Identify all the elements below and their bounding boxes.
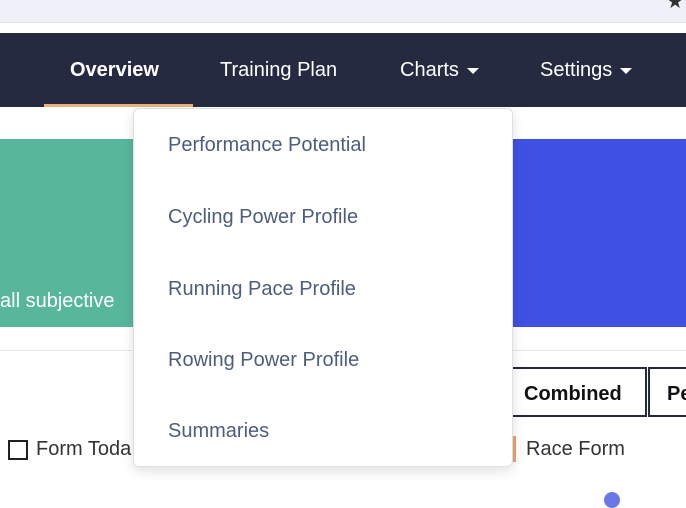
menu-item-summaries[interactable]: Summaries — [168, 416, 269, 446]
tab-combined[interactable]: Combined — [505, 367, 647, 417]
nav-training-plan[interactable]: Training Plan — [220, 33, 337, 107]
menu-item-rowing-power-profile[interactable]: Rowing Power Profile — [168, 345, 359, 375]
nav-charts-label: Charts — [400, 59, 459, 81]
nav-settings[interactable]: Settings — [540, 33, 633, 107]
nav-overview-label: Overview — [70, 59, 159, 81]
chart-point — [604, 492, 620, 508]
menu-item-performance-potential[interactable]: Performance Potential — [168, 130, 366, 160]
tab-next[interactable]: Pe — [648, 367, 686, 417]
card-green-text: all subjective — [0, 290, 115, 312]
chevron-down-icon — [466, 67, 479, 74]
nav-active-underline — [44, 104, 193, 107]
menu-item-cycling-power-profile[interactable]: Cycling Power Profile — [168, 202, 358, 232]
legend-race-form-label: Race Form — [526, 438, 625, 460]
menu-item-label: Summaries — [168, 420, 270, 442]
nav-settings-label: Settings — [540, 59, 613, 81]
menu-item-label: Running Pace Profile — [168, 278, 356, 300]
legend-form-today-label: Form Toda — [36, 438, 132, 460]
menu-item-label: Cycling Power Profile — [168, 206, 359, 228]
star-icon[interactable]: ★ — [666, 0, 684, 12]
tab-combined-label: Combined — [524, 383, 622, 405]
menu-item-label: Rowing Power Profile — [168, 349, 360, 371]
legend-race-form[interactable]: Race Form — [526, 436, 625, 462]
nav-overview[interactable]: Overview — [70, 33, 159, 107]
menu-item-label: Performance Potential — [168, 134, 366, 156]
nav-training-plan-label: Training Plan — [220, 59, 338, 81]
browser-toolbar: ★ — [0, 0, 686, 23]
tab-next-label: Pe — [667, 383, 686, 405]
nav-charts[interactable]: Charts — [400, 33, 479, 107]
form-today-checkbox[interactable] — [8, 439, 28, 460]
chevron-down-icon — [620, 67, 633, 74]
menu-item-running-pace-profile[interactable]: Running Pace Profile — [168, 274, 356, 304]
summary-card-blue — [505, 139, 686, 327]
main-navbar: Overview Training Plan Charts Settings — [0, 33, 686, 107]
charts-dropdown-menu: Performance Potential Cycling Power Prof… — [133, 108, 513, 467]
legend-form-today[interactable]: Form Toda — [8, 436, 131, 462]
